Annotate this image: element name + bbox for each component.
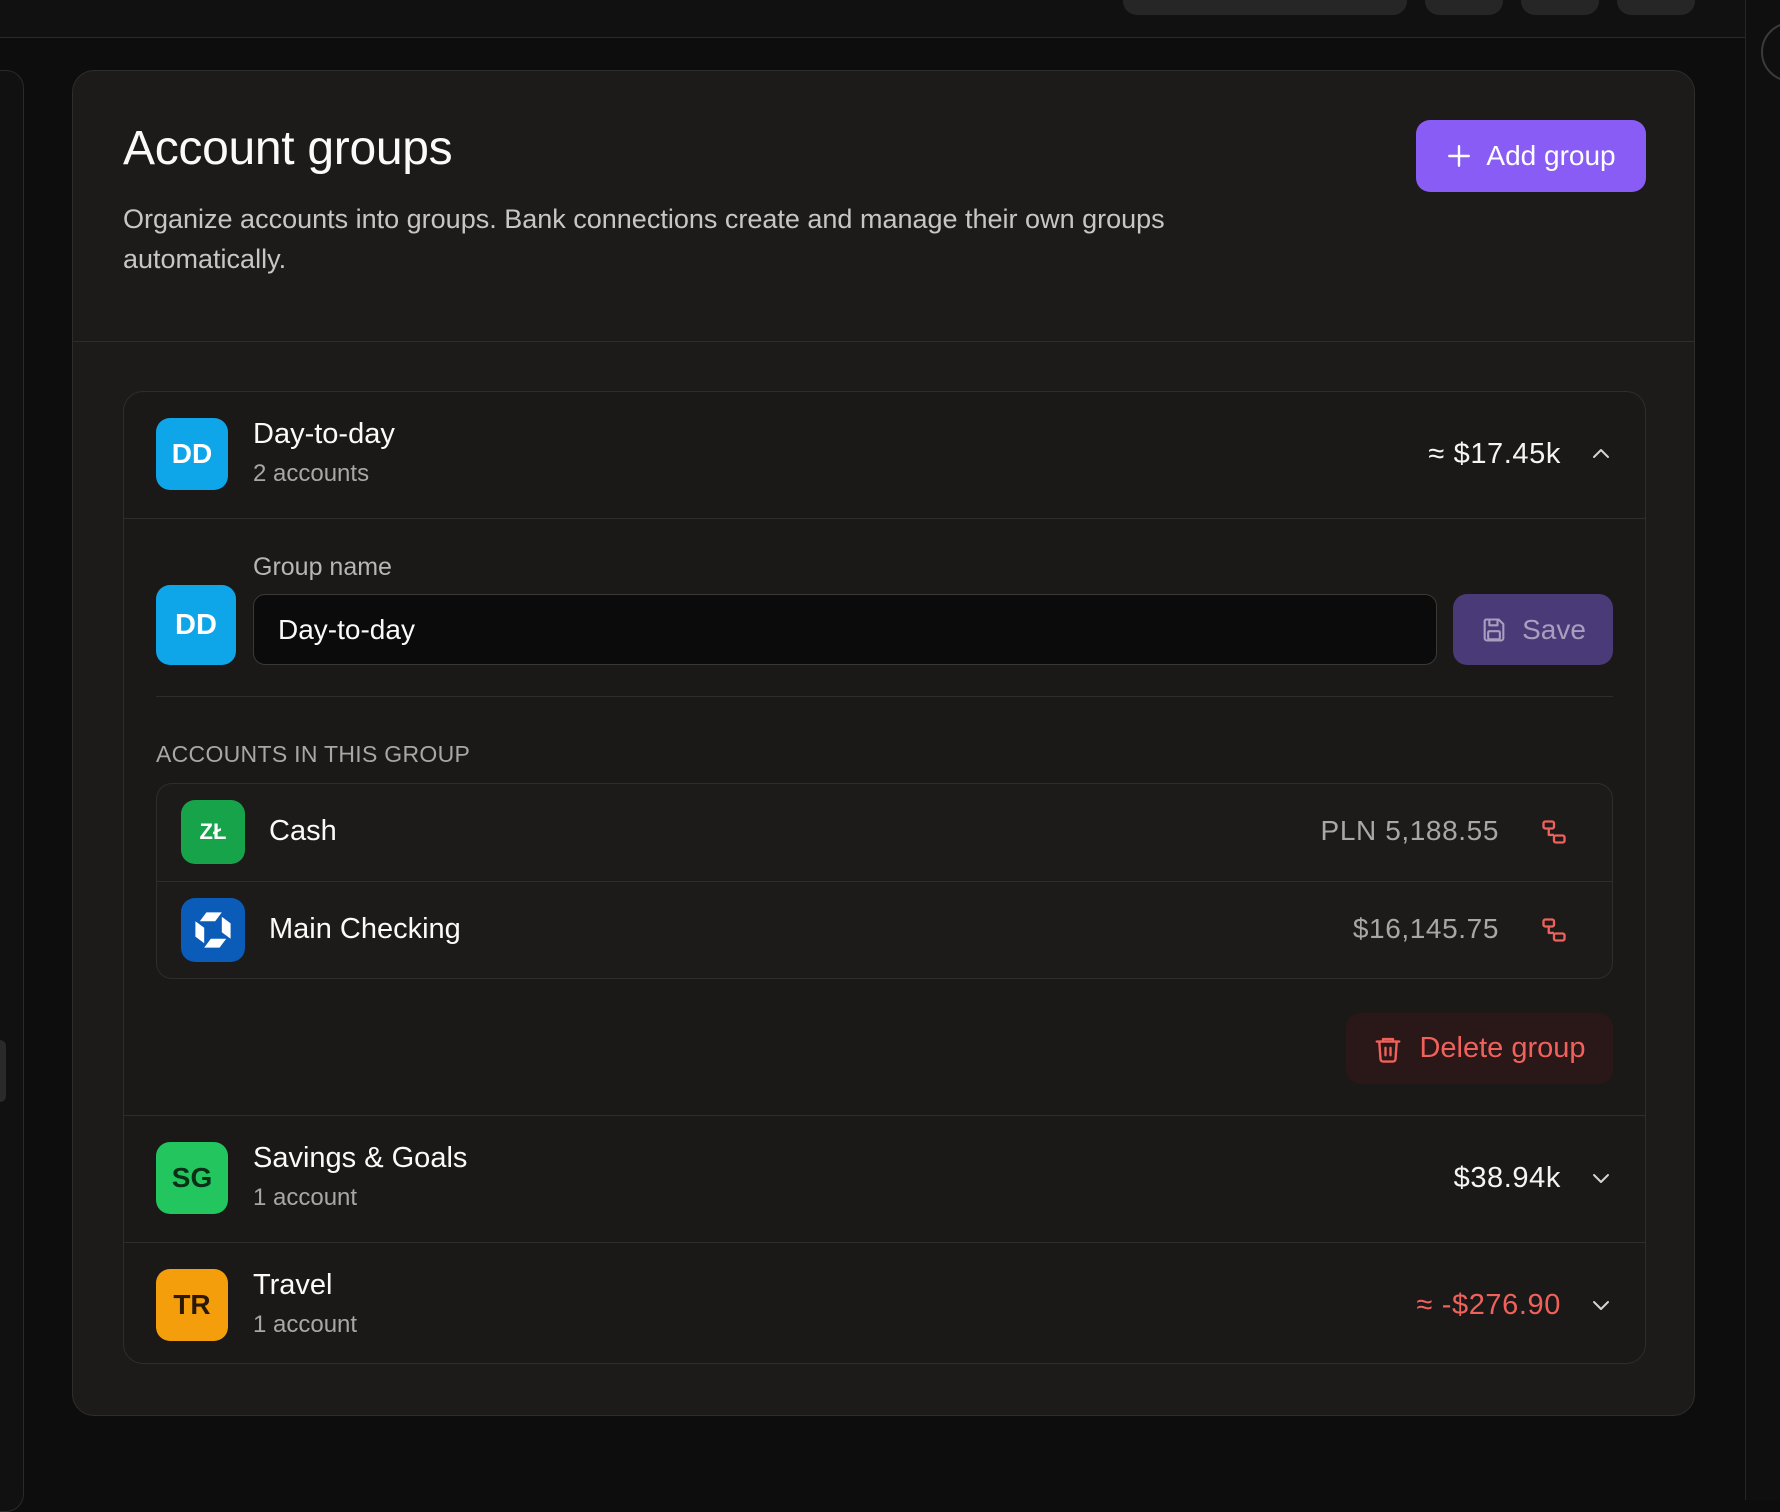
account-row-cash[interactable]: ZŁ Cash PLN 5,188.55 bbox=[157, 784, 1612, 882]
page-title: Account groups bbox=[123, 122, 453, 175]
trash-icon bbox=[1376, 1037, 1401, 1063]
account-name: Main Checking bbox=[269, 913, 461, 945]
page-description: Organize accounts into groups. Bank conn… bbox=[123, 204, 1165, 274]
save-button[interactable]: Save bbox=[1453, 594, 1613, 665]
top-action-button-1[interactable] bbox=[1425, 0, 1503, 15]
panel-header: Account groups Organize accounts into gr… bbox=[73, 71, 1694, 342]
group-name: Day-to-day bbox=[253, 418, 395, 450]
group-avatar: SG bbox=[156, 1142, 228, 1214]
save-label: Save bbox=[1522, 613, 1586, 645]
group-total: $38.94k bbox=[1453, 1162, 1561, 1194]
group-account-count: 1 account bbox=[253, 1311, 358, 1338]
account-name: Cash bbox=[269, 815, 337, 847]
left-sidebar bbox=[0, 70, 24, 1512]
add-group-label: Add group bbox=[1486, 140, 1616, 171]
accounts-section-label: ACCOUNTS IN THIS GROUP bbox=[156, 741, 471, 767]
group-avatar: TR bbox=[156, 1269, 228, 1341]
remove-from-group-icon[interactable] bbox=[1540, 916, 1568, 944]
plus-icon bbox=[1448, 145, 1471, 167]
chevron-down-icon[interactable] bbox=[1589, 1293, 1613, 1317]
bank-logo-icon bbox=[181, 898, 245, 962]
save-icon bbox=[1483, 617, 1505, 642]
accounts-list: ZŁ Cash PLN 5,188.55 Main Checking $16,1… bbox=[156, 783, 1613, 979]
right-rail bbox=[1745, 0, 1780, 1500]
sidebar-resize-handle[interactable] bbox=[0, 1040, 6, 1102]
group-account-count: 1 account bbox=[253, 1184, 358, 1211]
currency-icon: ZŁ bbox=[181, 800, 245, 864]
divider bbox=[156, 696, 1613, 697]
groups-list: DD Day-to-day 2 accounts ≈ $17.45k DD Gr… bbox=[123, 391, 1646, 1364]
group-row-savings-goals[interactable]: SG Savings & Goals 1 account $38.94k bbox=[124, 1116, 1645, 1243]
group-name-input[interactable] bbox=[253, 594, 1437, 665]
remove-from-group-icon[interactable] bbox=[1540, 818, 1568, 846]
currency-icon-text: ZŁ bbox=[199, 819, 227, 844]
group-avatar: DD bbox=[156, 418, 228, 490]
delete-group-label: Delete group bbox=[1419, 1032, 1586, 1064]
group-total: ≈ -$276.90 bbox=[1416, 1289, 1561, 1321]
group-editor: DD Group name Save ACCOUNTS IN THIS GROU… bbox=[124, 519, 1645, 1116]
group-name-label: Group name bbox=[253, 553, 392, 581]
account-balance: $16,145.75 bbox=[1352, 913, 1499, 944]
group-account-count: 2 accounts bbox=[253, 460, 370, 487]
group-total: ≈ $17.45k bbox=[1428, 438, 1561, 470]
chevron-down-icon[interactable] bbox=[1589, 1166, 1613, 1190]
top-search-pill[interactable] bbox=[1123, 0, 1407, 15]
chevron-up-icon[interactable] bbox=[1589, 442, 1613, 466]
top-bar bbox=[0, 0, 1745, 38]
account-balance: PLN 5,188.55 bbox=[1320, 815, 1499, 846]
group-name: Travel bbox=[253, 1269, 333, 1301]
top-action-button-2[interactable] bbox=[1521, 0, 1599, 15]
octagon-logo-icon bbox=[195, 912, 231, 948]
editor-avatar[interactable]: DD bbox=[156, 585, 236, 665]
rail-avatar[interactable] bbox=[1761, 22, 1780, 82]
group-name: Savings & Goals bbox=[253, 1142, 468, 1174]
account-groups-panel: Account groups Organize accounts into gr… bbox=[72, 70, 1695, 1416]
top-action-button-3[interactable] bbox=[1617, 0, 1695, 15]
add-group-button[interactable]: Add group bbox=[1416, 120, 1646, 192]
group-row-travel[interactable]: TR Travel 1 account ≈ -$276.90 bbox=[124, 1243, 1645, 1363]
group-row-day-to-day[interactable]: DD Day-to-day 2 accounts ≈ $17.45k bbox=[124, 392, 1645, 519]
delete-group-button[interactable]: Delete group bbox=[1346, 1013, 1613, 1084]
account-row-main-checking[interactable]: Main Checking $16,145.75 bbox=[157, 882, 1612, 978]
